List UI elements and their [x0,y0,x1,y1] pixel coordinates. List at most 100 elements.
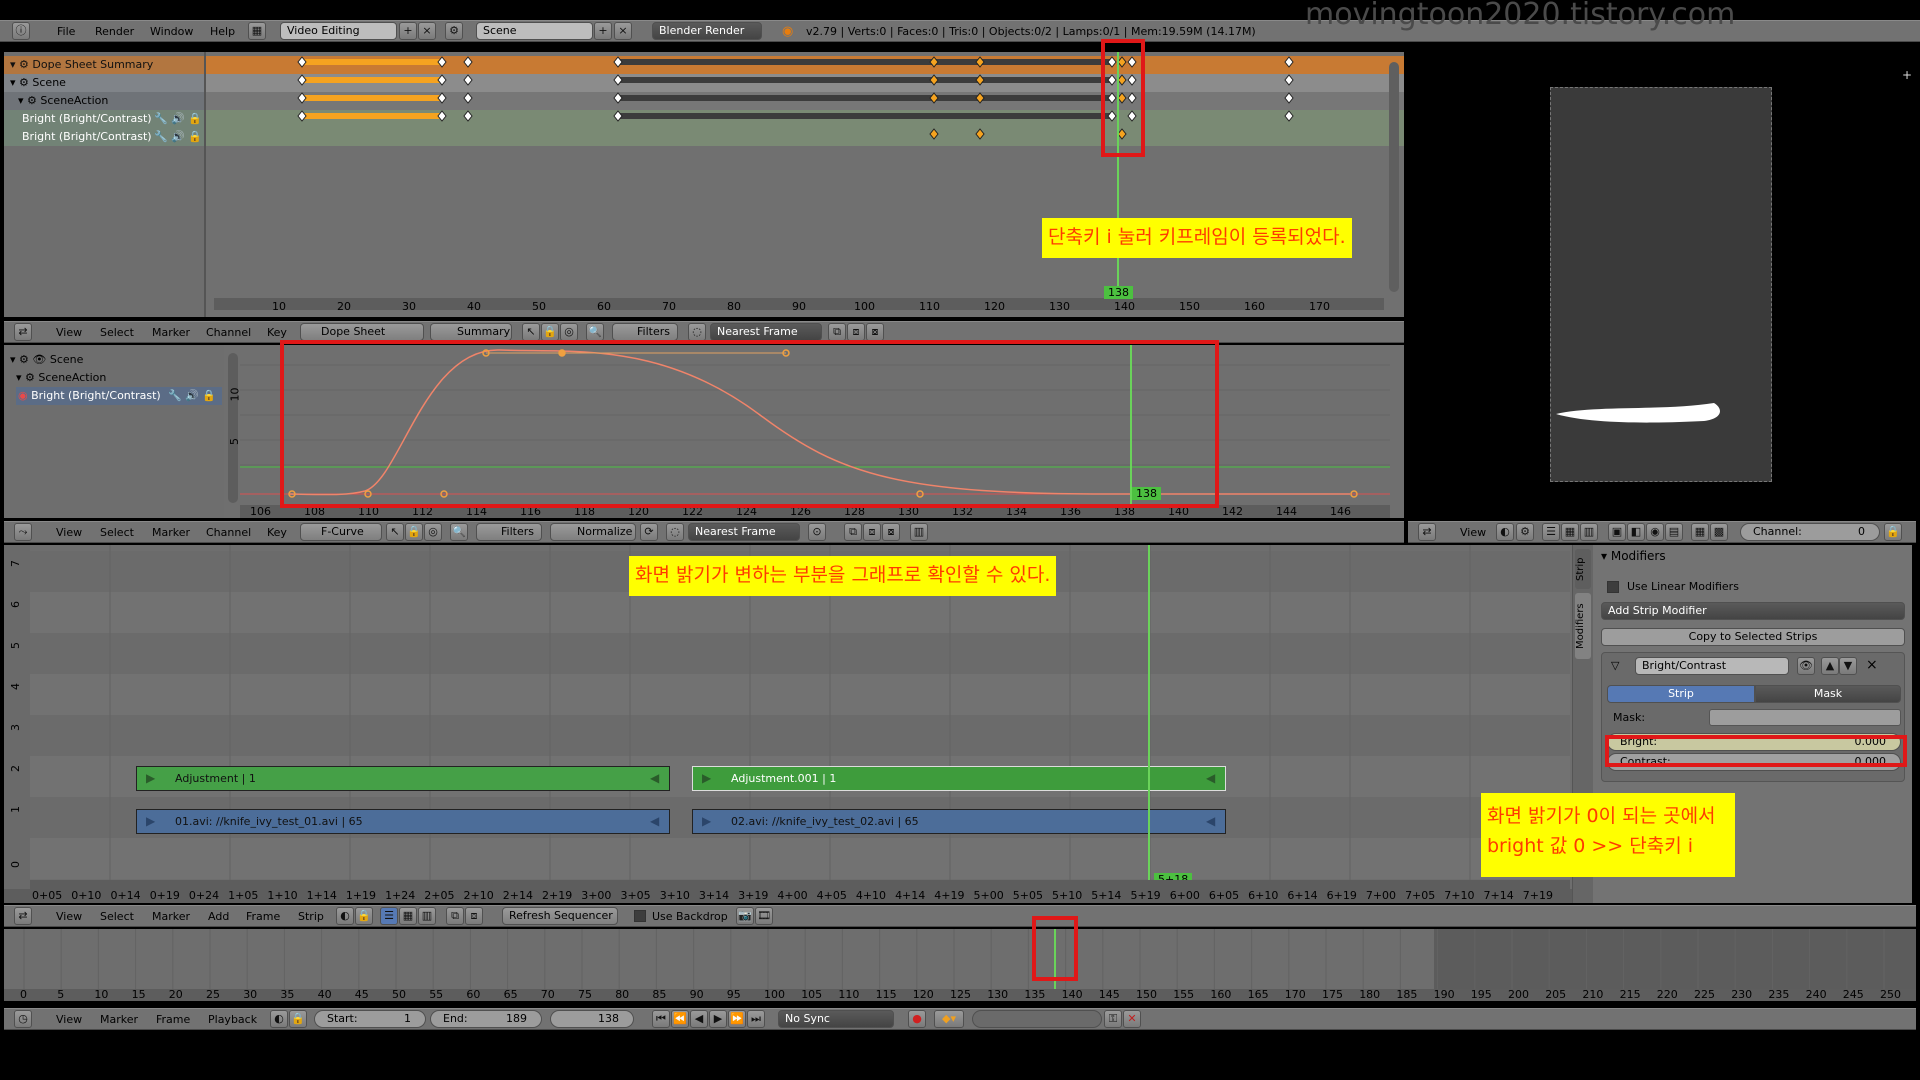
dopesheet-keyframes[interactable] [4,52,1404,317]
tl-play-icon[interactable]: ▶ [709,1010,727,1028]
seq-lock-icon[interactable]: 🔒 [355,907,373,925]
preview-corner-icon[interactable]: + [1902,68,1912,82]
preview-camera-icon[interactable]: ◉ [1646,523,1664,541]
scene-icon[interactable]: ⚙ [445,22,463,40]
ds-lock-icon[interactable]: 🔒 [541,323,559,341]
ge-paste-flip-icon[interactable]: ⧇ [882,523,900,541]
ds-paste-icon[interactable]: ⧈ [847,323,865,341]
seq-render-anim-icon[interactable]: 🎞 [755,907,773,925]
dope-scrollbar[interactable] [1389,62,1399,292]
ge-ghost-curve-icon[interactable]: ▥ [910,523,928,541]
menu-render[interactable]: Render [95,25,134,38]
ds-menu-marker[interactable]: Marker [152,326,190,339]
ge-select-icon[interactable]: ↖ [386,523,404,541]
modifier-eye-icon[interactable]: 👁 [1797,657,1815,675]
tl-preview-range-icon[interactable]: ◐ [270,1010,288,1028]
tl-current-frame-field[interactable]: 138 [550,1010,634,1028]
seq-copy-icon[interactable]: ⧉ [446,907,464,925]
tl-sync-select[interactable]: No Sync [778,1010,894,1028]
graph-editor-icon[interactable]: ⤳ [14,523,32,541]
seg-strip[interactable]: Strip [1607,685,1755,703]
ds-menu-view[interactable]: View [56,326,82,339]
tl-record-icon[interactable]: ● [908,1010,926,1028]
copy-to-selected-button[interactable]: Copy to Selected Strips [1601,628,1905,646]
props-tab-modifiers[interactable]: Modifiers [1575,593,1591,659]
seq-menu-select[interactable]: Select [100,910,134,923]
ds-summary-toggle[interactable]: Summary [430,323,512,341]
menu-window[interactable]: Window [150,25,193,38]
layout-add-icon[interactable]: + [399,22,417,40]
seg-mask[interactable]: Mask [1755,685,1901,703]
add-strip-modifier-select[interactable]: Add Strip Modifier [1601,602,1905,620]
ge-menu-channel[interactable]: Channel [206,526,251,539]
seq-view-preview-icon[interactable]: ▦ [399,907,417,925]
seq-view-seq-icon[interactable]: ☰ [380,907,398,925]
tl-prev-key-icon[interactable]: ⏪ [671,1010,689,1028]
modifier-name-field[interactable]: Bright/Contrast [1635,657,1789,675]
tl-menu-playback[interactable]: Playback [208,1013,257,1026]
preview-display-icon[interactable]: ◐ [1496,523,1514,541]
strip-adjustment-001[interactable]: Adjustment.001 | 1 [692,766,1226,791]
preview-checker-icon[interactable]: ▦ [1561,523,1579,541]
preview-lock-icon[interactable]: 🔒 [1884,523,1902,541]
ds-filters-button[interactable]: Filters [612,323,678,341]
preview-grid-icon[interactable]: ▥ [1580,523,1598,541]
ge-search-icon[interactable]: 🔍 [450,523,468,541]
tl-keying-set-icon[interactable]: ◆▾ [934,1010,964,1028]
layout-icon[interactable]: ▦ [248,22,266,40]
seq-paste-icon[interactable]: ⧈ [465,907,483,925]
ge-lock-icon[interactable]: 🔒 [405,523,423,541]
use-linear-checkbox[interactable] [1607,581,1619,593]
strip-movie-02[interactable]: 02.avi: //knife_ivy_test_02.avi | 65 [692,809,1226,834]
menu-file[interactable]: File [57,25,75,38]
strip-adjustment-1[interactable]: Adjustment | 1 [136,766,670,791]
ds-only-errors-icon[interactable]: ◌ [688,323,706,341]
layout-close-icon[interactable]: × [418,22,436,40]
ge-snap-select[interactable]: Nearest Frame [688,523,800,541]
seq-menu-add[interactable]: Add [208,910,229,923]
props-tab-strip[interactable]: Strip [1575,549,1591,589]
sequencer-editor-icon[interactable]: ⇄ [14,907,32,925]
dopesheet-editor-icon[interactable]: ⇄ [14,323,32,341]
seq-menu-view[interactable]: View [56,910,82,923]
ds-mode-select[interactable]: Dope Sheet [300,323,424,341]
layout-field[interactable]: Video Editing [280,22,397,40]
preview-lines-icon[interactable]: ☰ [1542,523,1560,541]
ge-menu-view[interactable]: View [56,526,82,539]
tl-jump-start-icon[interactable]: ⏮ [652,1010,670,1028]
preview-image-icon[interactable]: ▤ [1665,523,1683,541]
tl-menu-view[interactable]: View [56,1013,82,1026]
modifier-remove-icon[interactable]: × [1866,657,1878,673]
tl-insert-key-icon[interactable]: ⚿ [1104,1010,1122,1028]
tl-start-field[interactable]: Start: 1 [314,1010,426,1028]
preview-menu-view[interactable]: View [1460,526,1486,539]
ds-search-icon[interactable]: 🔍 [586,323,604,341]
tl-delete-key-icon[interactable]: ✕ [1123,1010,1141,1028]
tl-end-field[interactable]: End: 189 [430,1010,542,1028]
menu-help[interactable]: Help [210,25,235,38]
refresh-sequencer-button[interactable]: Refresh Sequencer [502,907,618,925]
graph-channel-icons[interactable]: 🔧 🔊 🔒 [168,389,216,402]
tl-play-reverse-icon[interactable]: ◀ [690,1010,708,1028]
use-backdrop-checkbox[interactable] [634,910,646,922]
ds-ghost-icon[interactable]: ◎ [560,323,578,341]
modifier-down-icon[interactable]: ▼ [1839,657,1857,675]
seq-view-both-icon[interactable]: ▥ [418,907,436,925]
tl-menu-frame[interactable]: Frame [156,1013,190,1026]
ds-menu-select[interactable]: Select [100,326,134,339]
tl-jump-end-icon[interactable]: ⏭ [747,1010,765,1028]
seq-menu-strip[interactable]: Strip [298,910,324,923]
ge-filters-button[interactable]: Filters [476,523,542,541]
ds-menu-channel[interactable]: Channel [206,326,251,339]
tl-lock-icon[interactable]: 🔒 [289,1010,307,1028]
ge-menu-marker[interactable]: Marker [152,526,190,539]
seq-display-icon[interactable]: ◐ [336,907,354,925]
preview-safe-icon[interactable]: ▣ [1608,523,1626,541]
ds-menu-key[interactable]: Key [267,326,287,339]
ds-snap-select[interactable]: Nearest Frame [710,323,822,341]
tl-keying-set-field[interactable] [972,1010,1102,1028]
ge-only-errors-icon[interactable]: ◌ [666,523,684,541]
ds-select-icon[interactable]: ↖ [522,323,540,341]
preview-channel-field[interactable]: Channel: 0 [1740,523,1880,541]
modifier-expand-icon[interactable]: ▽ [1611,659,1619,672]
